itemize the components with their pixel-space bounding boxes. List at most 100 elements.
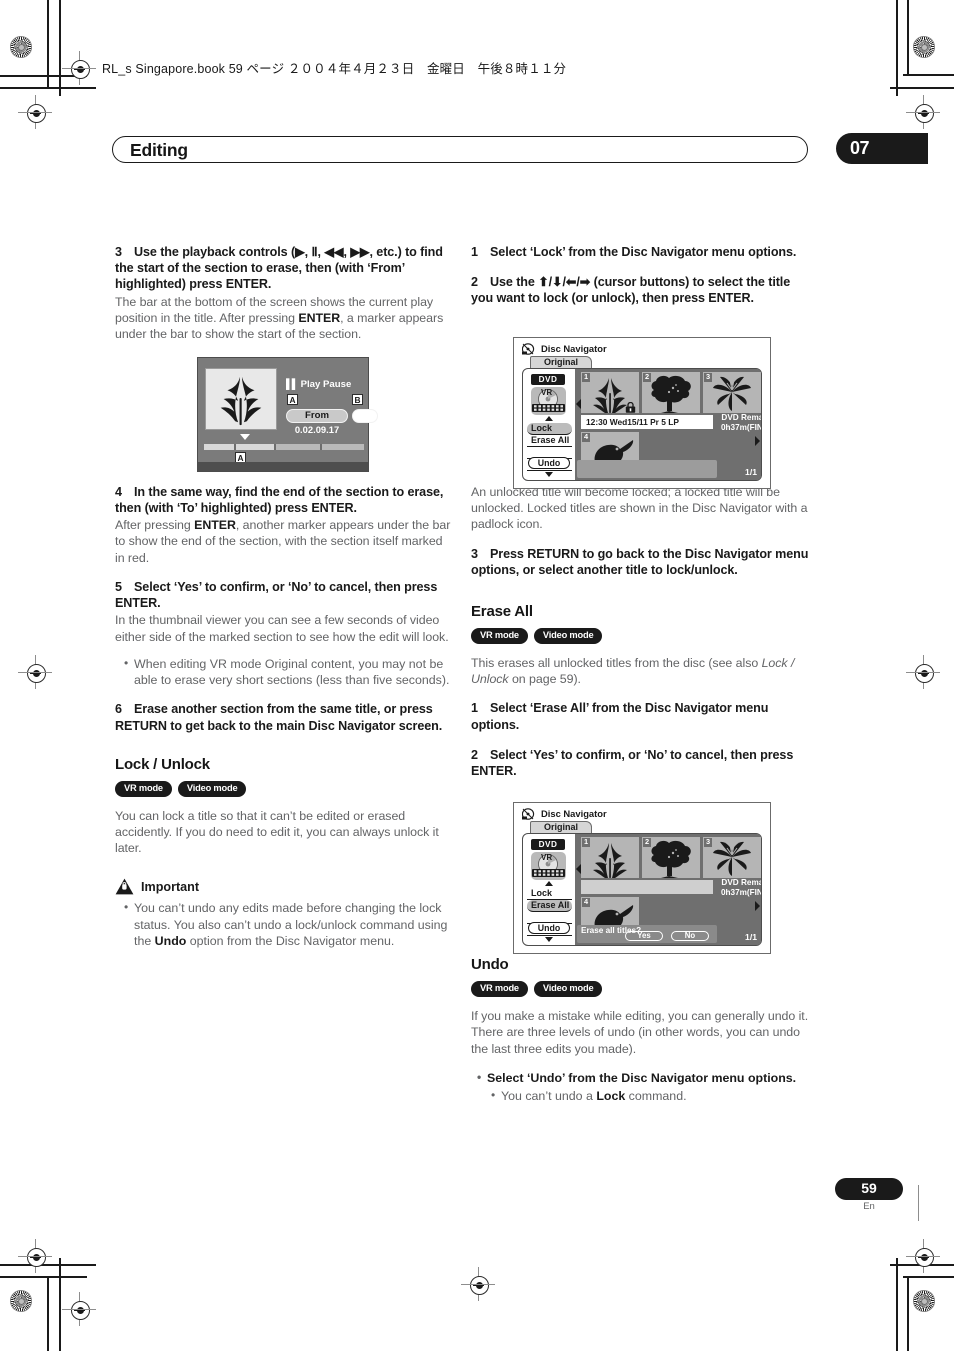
disc-remaining-line1: DVD Remain xyxy=(721,413,761,422)
to-button[interactable] xyxy=(352,409,378,423)
step-5-number: 5 xyxy=(115,579,122,594)
step-4-number: 4 xyxy=(115,484,122,499)
badge-vr-mode: VR mode xyxy=(471,627,528,644)
disc-navigator-title: Disc Navigator xyxy=(541,807,607,819)
step-3-text: Use the playback controls (▶, Ⅱ, ◀◀, ▶▶,… xyxy=(115,245,443,292)
important-bullet-list: You can’t undo any edits made before cha… xyxy=(115,899,453,949)
badge-vr: VR xyxy=(541,388,553,397)
registration-cross-left-middle xyxy=(18,655,52,689)
progress-tick xyxy=(234,444,236,450)
undo-button[interactable]: Undo xyxy=(528,457,570,469)
scroll-up-arrow-icon[interactable] xyxy=(545,881,553,886)
scroll-down-arrow-icon[interactable] xyxy=(545,472,553,477)
lock-step-2-heading: 2 Use the ⬆/⬇/⬅/➡ (cursor buttons) to sel… xyxy=(471,274,809,306)
left-column: 3 Use the playback controls (▶, Ⅱ, ◀◀, ▶▶… xyxy=(115,244,453,962)
lock-step-2-text: Use the ⬆/⬇/⬅/➡ (cursor buttons) to sele… xyxy=(471,275,791,306)
badge-video-mode: Video mode xyxy=(533,627,603,644)
lock-after-figure-body: An unlocked title will become locked; a … xyxy=(471,484,808,532)
step-4-heading: 4 In the same way, find the end of the se… xyxy=(115,484,453,516)
crop-mark-top-right-h2 xyxy=(903,74,954,76)
no-button[interactable]: No xyxy=(671,931,709,941)
registration-cross-right-middle xyxy=(906,655,940,689)
title-index: 2 xyxy=(643,837,651,847)
erase-all-step-1-text: Select ‘Erase All’ from the Disc Navigat… xyxy=(471,701,769,732)
figure-disc-navigator-lock: Disc Navigator Original DVD VR Lock Eras… xyxy=(513,337,771,489)
disc-navigator-icon xyxy=(521,342,536,355)
crop-mark-bottom-right-v xyxy=(896,1258,898,1351)
scroll-right-arrow-icon[interactable] xyxy=(755,901,760,911)
registration-rosette-bottom-right xyxy=(913,1290,935,1312)
page-indicator: 1/1 xyxy=(745,467,757,477)
undo-button[interactable]: Undo xyxy=(528,922,570,934)
title-tile[interactable]: 2 xyxy=(642,372,700,413)
disc-navigator-title: Disc Navigator xyxy=(541,342,607,354)
playback-timecode: 0.02.09.17 xyxy=(294,424,340,435)
registration-cross-bottom-left xyxy=(62,1292,96,1326)
disc-remaining-line2: 0h37m(FINE) xyxy=(720,423,761,432)
title-index: 4 xyxy=(582,432,590,442)
from-button[interactable]: From xyxy=(286,409,348,423)
disc-remaining-line2: 0h37m(FINE) xyxy=(720,888,761,897)
callout-tag-b: B xyxy=(352,394,363,405)
badge-dvd: DVD xyxy=(531,374,565,385)
running-head: RL_s Singapore.book 59 ページ ２００４年４月２３日 金曜… xyxy=(102,62,567,76)
crop-mark-bottom-left-v xyxy=(59,1258,61,1351)
registration-rosette-bottom-left xyxy=(10,1290,32,1312)
page-language-code: En xyxy=(863,1201,875,1212)
registration-rosette-top-left xyxy=(10,36,32,58)
title-tile[interactable]: 3 xyxy=(703,837,761,878)
important-bullet-b: option from the Disc Navigator menu. xyxy=(186,934,395,949)
lock-unlock-body: You can lock a title so that it can’t be… xyxy=(115,808,439,856)
crop-mark-bottom-left-v2 xyxy=(47,1276,49,1351)
lock-step-3-text: Press RETURN to go back to the Disc Navi… xyxy=(471,546,809,577)
step-6-text: Erase another section from the same titl… xyxy=(115,702,443,733)
step-6-heading: 6 Erase another section from the same tit… xyxy=(115,701,453,733)
menu-item-erase-all[interactable]: Erase All xyxy=(527,435,572,447)
yes-button[interactable]: Yes xyxy=(625,931,663,941)
crop-mark-bottom-left-h2 xyxy=(0,1276,87,1278)
registration-cross-right-lower xyxy=(906,1239,940,1273)
undo-subbullet-b: command. xyxy=(625,1089,687,1104)
padlock-icon xyxy=(625,400,636,413)
erase-all-body: This erases all unlocked titles from the… xyxy=(471,655,809,688)
disc-remaining-label: DVD Remain 0h37m(FINE) xyxy=(715,413,761,433)
page-title: Editing xyxy=(130,140,188,160)
crop-mark-bottom-right-h2 xyxy=(903,1276,954,1278)
mode-badges-erase-all: VR mode Video mode xyxy=(471,627,809,644)
playback-progress-bar[interactable] xyxy=(204,444,364,450)
step-3-body: The bar at the bottom of the screen show… xyxy=(115,294,453,343)
step-4-text: In the same way, find the end of the sec… xyxy=(115,484,444,515)
undo-subbullet-list: You can’t undo a Lock command. xyxy=(471,1087,809,1104)
progress-fill xyxy=(204,444,274,450)
title-index: 1 xyxy=(582,372,590,382)
list-item: You can’t undo any edits made before cha… xyxy=(124,899,453,949)
menu-item-lock[interactable]: Lock xyxy=(527,888,572,900)
scroll-up-arrow-icon[interactable] xyxy=(545,416,553,421)
playback-footer-band xyxy=(198,462,368,471)
erase-all-step-2-number: 2 xyxy=(471,747,478,762)
title-tile[interactable]: 3 xyxy=(703,372,761,413)
menu-item-lock[interactable]: Lock xyxy=(527,423,572,435)
crop-mark-top-right-v2 xyxy=(907,0,909,76)
disc-navigator-icon xyxy=(521,807,536,820)
undo-subbullet-emphasis: Lock xyxy=(596,1089,626,1104)
important-bullet-emphasis: Undo xyxy=(154,934,187,949)
page-footer-rule xyxy=(918,1185,920,1221)
scroll-down-arrow-icon[interactable] xyxy=(545,937,553,942)
menu-item-erase-all[interactable]: Erase All xyxy=(527,900,572,912)
crop-mark-top-right-h xyxy=(890,87,954,89)
title-tile[interactable]: 1 xyxy=(581,837,639,878)
title-tile[interactable]: 2 xyxy=(642,837,700,878)
callout-tag-a: A xyxy=(287,394,298,405)
erase-confirm-bar: Erase all titles? Yes No xyxy=(577,925,717,943)
title-index: 4 xyxy=(582,897,590,907)
disc-graphic: VR xyxy=(531,852,566,880)
scroll-right-arrow-icon[interactable] xyxy=(755,436,760,446)
erase-all-step-1-heading: 1 Select ‘Erase All’ from the Disc Naviga… xyxy=(471,700,809,732)
disc-remaining-line1: DVD Remain xyxy=(721,878,761,887)
title-tile[interactable]: 1 xyxy=(581,372,639,413)
badge-vr-mode: VR mode xyxy=(471,981,528,997)
section-heading-erase-all: Erase All xyxy=(471,602,533,620)
registration-cross-left-upper xyxy=(18,95,52,129)
chapter-number: 07 xyxy=(850,138,870,158)
